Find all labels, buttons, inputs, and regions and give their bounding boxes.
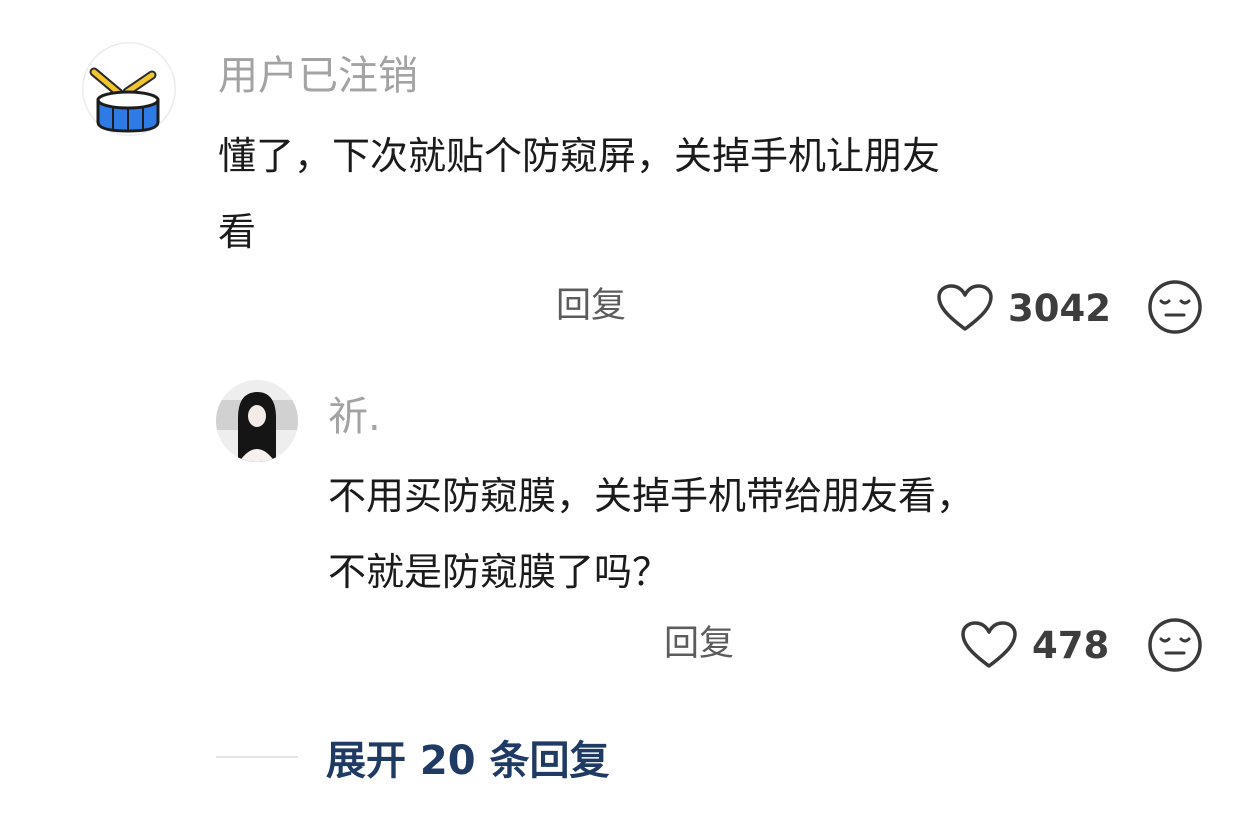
reply-button[interactable]: 回复 <box>664 627 734 662</box>
comment-text-line: 看 <box>218 210 257 254</box>
like-button[interactable]: 478 <box>960 620 1109 670</box>
comment-text: 懂了，下次就贴个防窥屏，关掉手机让朋友 看 <box>218 118 940 270</box>
avatar-photo <box>216 380 298 462</box>
username[interactable]: 用户已注销 <box>218 56 418 96</box>
drum-icon <box>89 67 160 133</box>
like-count: 3042 <box>1008 286 1111 330</box>
divider <box>216 756 298 758</box>
heart-icon <box>937 284 993 331</box>
meh-face-icon <box>1148 280 1202 334</box>
avatar[interactable] <box>216 380 298 462</box>
like-count: 478 <box>1032 623 1110 667</box>
reply-button[interactable]: 回复 <box>556 289 626 324</box>
expand-replies-button[interactable]: 展开 20 条回复 <box>326 728 610 786</box>
avatar[interactable] <box>82 42 176 136</box>
expand-replies[interactable]: 展开 20 条回复 <box>216 728 610 786</box>
heart-icon <box>961 621 1017 668</box>
reply-text-line: 不就是防窥膜了吗？ <box>328 550 671 594</box>
meh-face-icon <box>1148 618 1202 672</box>
dislike-button[interactable] <box>1146 278 1204 340</box>
username[interactable]: 祈. <box>328 397 381 437</box>
reply-text: 不用买防窥膜，关掉手机带给朋友看， 不就是防窥膜了吗？ <box>328 458 974 610</box>
comment-text-line: 懂了，下次就贴个防窥屏，关掉手机让朋友 <box>218 134 941 178</box>
reply-text-line: 不用买防窥膜，关掉手机带给朋友看， <box>328 474 975 518</box>
dislike-button[interactable] <box>1146 616 1204 678</box>
like-button[interactable]: 3042 <box>936 283 1111 333</box>
